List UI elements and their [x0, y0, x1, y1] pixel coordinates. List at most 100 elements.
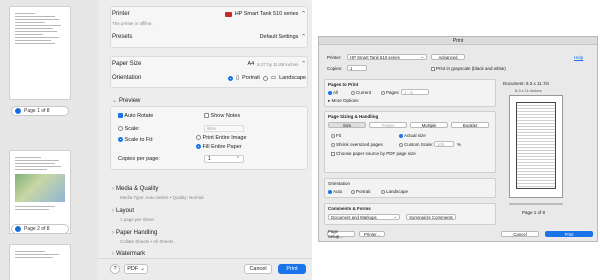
media-quality-summary: Media Type: Auto Select • Quality: Norma…: [120, 195, 204, 200]
classic-print-dialog: Print Printer: HP Smart Tank 510 series ⌄…: [318, 36, 598, 242]
comments-forms-title: Comments & Forms: [328, 206, 371, 211]
scale-to-fit-radio[interactable]: [118, 137, 123, 143]
chevron-updown-icon: ⌃: [301, 11, 306, 17]
cancel-button[interactable]: Cancel: [501, 231, 539, 237]
printer-select[interactable]: HP Smart Tank 510 series ⌃: [224, 11, 306, 17]
actual-size-label: Actual size: [404, 133, 426, 138]
current-page-label: Current: [356, 90, 372, 95]
portrait-label: Portrait: [356, 189, 371, 194]
fit-radio[interactable]: [331, 133, 335, 138]
page-thumbnail-3[interactable]: [9, 244, 71, 280]
all-pages-radio[interactable]: [328, 90, 332, 95]
auto-rotate-checkbox[interactable]: [118, 113, 123, 119]
orientation-label: Orientation: [112, 75, 142, 81]
printer-button[interactable]: Printer...: [359, 231, 385, 237]
scale-label: Scale:: [124, 126, 140, 132]
auto-orientation-radio[interactable]: [328, 189, 332, 194]
landscape-label: Landscape: [279, 75, 306, 81]
print-button[interactable]: Print: [278, 264, 306, 274]
presets-select[interactable]: Default Settings ⌃: [260, 34, 306, 40]
printer-status: The printer is offline.: [112, 21, 153, 26]
page-range-input[interactable]: 1 - 8: [401, 89, 429, 95]
tab-multiple[interactable]: Multiple: [410, 122, 448, 128]
help-link[interactable]: Help: [574, 55, 583, 60]
watermark-section[interactable]: › Watermark: [112, 251, 145, 257]
portrait-radio[interactable]: [351, 189, 355, 194]
custom-scale-input[interactable]: 100: [434, 141, 454, 147]
more-options-toggle[interactable]: ▸ More Options: [328, 98, 359, 104]
page-1-selector[interactable]: ✓ Page 1 of 8: [11, 106, 69, 116]
chevron-updown-icon: ⌃: [301, 61, 306, 67]
advanced-button[interactable]: Advanced: [431, 54, 465, 60]
orientation-title: Orientation: [328, 181, 351, 186]
portrait-radio[interactable]: [228, 75, 234, 81]
chevron-right-icon: ›: [112, 251, 114, 257]
show-notes-label: Show Notes: [210, 113, 241, 119]
page-range-radio[interactable]: [381, 90, 385, 95]
paper-handling-section[interactable]: › Paper Handling: [112, 230, 157, 236]
page-setup-button[interactable]: Page Setup...: [327, 229, 355, 239]
chevron-down-icon: ⌄: [420, 54, 424, 59]
actual-size-radio[interactable]: [399, 133, 403, 138]
auto-rotate-label: Auto Rotate: [124, 113, 154, 119]
grayscale-checkbox[interactable]: [431, 66, 435, 71]
print-settings-panel: Printer HP Smart Tank 510 series ⌃ The pr…: [104, 0, 312, 280]
fit-label: Fit: [336, 133, 341, 138]
grayscale-label: Print in grayscale (black and white): [436, 66, 506, 71]
paper-dimensions-label: 8.3 x 11 inches: [515, 88, 542, 93]
printer-select[interactable]: HP Smart Tank 510 series ⌄: [347, 54, 427, 60]
page-thumbnail-1[interactable]: [9, 6, 71, 100]
tab-size[interactable]: Size: [328, 122, 366, 128]
landscape-label: Landscape: [386, 189, 409, 194]
print-entire-image-radio[interactable]: [196, 135, 201, 141]
page-slider[interactable]: [509, 203, 563, 205]
checkmark-icon: ✓: [15, 108, 21, 114]
tab-poster[interactable]: Poster: [369, 122, 407, 128]
landscape-radio[interactable]: [381, 189, 385, 194]
landscape-icon: ▭: [270, 75, 277, 81]
title-bar: Print: [319, 37, 597, 45]
custom-scale-radio[interactable]: [399, 142, 403, 147]
scale-input[interactable]: 96%: [204, 125, 244, 132]
printer-label: Printer: [112, 11, 130, 17]
copies-per-page-select[interactable]: 1 ⌃: [204, 155, 244, 163]
page-preview: [509, 95, 563, 198]
page-thumbnails: ✓ Page 1 of 8 ✓ Page 2 of 8: [0, 0, 98, 280]
auto-orientation-label: Auto: [333, 189, 343, 194]
chevron-updown-icon: ⌃: [235, 156, 240, 162]
chevron-updown-icon: ⌃: [301, 34, 306, 40]
copies-label: Copies:: [327, 66, 343, 71]
cancel-button[interactable]: Cancel: [244, 264, 272, 274]
layout-section[interactable]: › Layout: [112, 208, 134, 214]
all-pages-label: All: [333, 90, 339, 95]
current-page-radio[interactable]: [351, 90, 355, 95]
fill-entire-paper-radio[interactable]: [196, 144, 201, 150]
copies-input[interactable]: 1: [347, 65, 367, 71]
choose-paper-source-checkbox[interactable]: [331, 151, 335, 156]
chevron-right-icon: ›: [112, 230, 114, 236]
help-button[interactable]: ?: [110, 264, 120, 274]
paper-handling-summary: Collate Sheets • All Sheets: [120, 239, 174, 244]
portrait-icon: ▯: [236, 75, 240, 81]
print-button[interactable]: Print: [545, 231, 593, 237]
presets-label: Presets: [112, 34, 133, 40]
scale-radio[interactable]: [118, 126, 123, 132]
show-notes-checkbox[interactable]: [204, 113, 209, 119]
page-range-label: Pages: [386, 90, 399, 95]
scale-to-fit-label: Scale to Fit:: [124, 137, 154, 143]
summarize-comments-button[interactable]: Summarize Comments: [406, 214, 456, 220]
comments-forms-select[interactable]: Document and Markups ⌄: [328, 214, 400, 220]
page-thumbnail-2[interactable]: [9, 150, 71, 234]
tab-booklet[interactable]: Booklet: [451, 122, 489, 128]
paper-size-select[interactable]: A4 8.27 by 11.69 inches ⌃: [247, 61, 306, 67]
pdf-menu-button[interactable]: PDF ⌄: [124, 264, 148, 274]
shrink-radio[interactable]: [331, 142, 335, 147]
shrink-label: Shrink oversized pages: [336, 142, 383, 147]
page-sizing-title: Page Sizing & Handling: [328, 114, 379, 119]
portrait-label: Portrait: [242, 75, 260, 81]
preview-section-header[interactable]: ⌄ Preview: [112, 97, 140, 104]
page-2-selector[interactable]: ✓ Page 2 of 8: [11, 224, 69, 234]
landscape-radio[interactable]: [262, 75, 268, 81]
media-quality-section[interactable]: › Media & Quality: [112, 186, 158, 192]
printer-icon: [224, 11, 232, 17]
